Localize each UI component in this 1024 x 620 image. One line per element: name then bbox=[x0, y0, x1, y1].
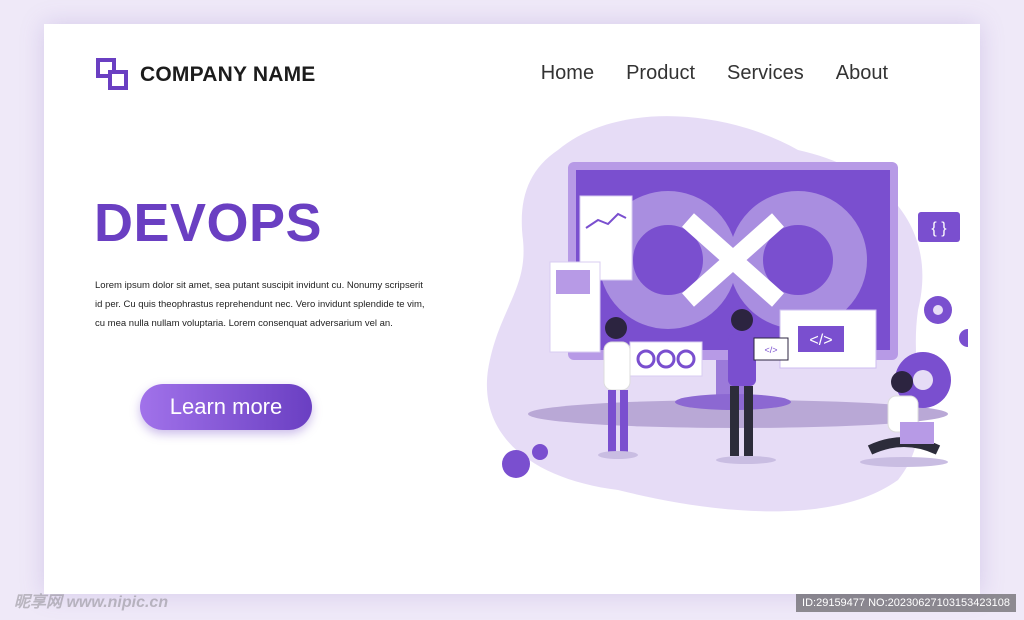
code-window-tag: </> bbox=[809, 332, 832, 349]
logo-mark-icon bbox=[96, 58, 130, 92]
gear-tiny-icon bbox=[959, 329, 968, 347]
nav-product[interactable]: Product bbox=[626, 62, 695, 85]
gear-floor-small-icon bbox=[532, 444, 548, 460]
watermark-id: ID:29159477 NO:20230627103153423108 bbox=[796, 594, 1016, 612]
main-nav: Home Product Services About bbox=[541, 62, 888, 85]
nav-about[interactable]: About bbox=[836, 62, 888, 85]
hero-title: DEVOPS bbox=[94, 193, 323, 253]
nav-services[interactable]: Services bbox=[727, 62, 804, 85]
sitting-laptop bbox=[900, 422, 934, 444]
learn-more-button[interactable]: Learn more bbox=[140, 384, 312, 430]
watermark-site: 昵享网 www.nipic.cn bbox=[14, 594, 169, 611]
gear-floor-icon bbox=[502, 450, 530, 478]
code-badge-text: { } bbox=[931, 220, 947, 237]
laptop-tag: </> bbox=[764, 345, 777, 355]
nav-home[interactable]: Home bbox=[541, 62, 594, 85]
rings-card bbox=[629, 341, 703, 377]
hero-description: Lorem ipsum dolor sit amet, sea putant s… bbox=[95, 280, 425, 329]
brand-name: COMPANY NAME bbox=[140, 63, 316, 86]
landing-card: COMPANY NAME Home Product Services About… bbox=[44, 24, 980, 594]
image-thumb bbox=[556, 270, 590, 294]
brand-logo[interactable]: COMPANY NAME bbox=[96, 58, 315, 92]
devops-illustration: </> { } </> bbox=[486, 116, 968, 512]
